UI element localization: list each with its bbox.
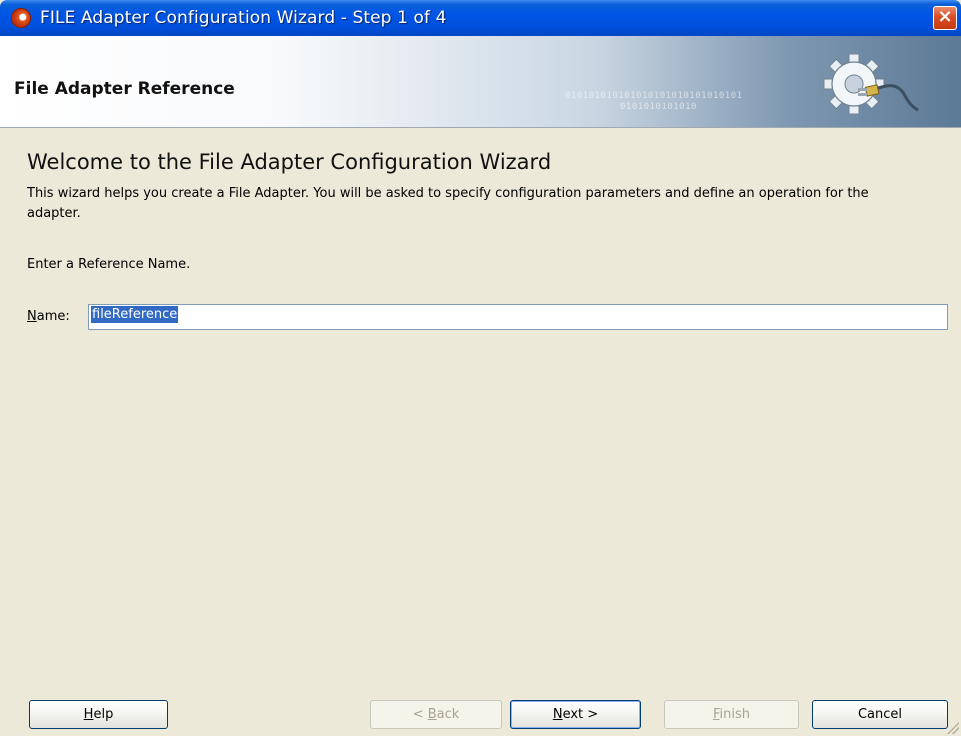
welcome-heading: Welcome to the File Adapter Configuratio… <box>27 150 552 174</box>
name-label: Name: <box>27 309 70 324</box>
name-input-value: fileReference <box>91 306 179 323</box>
wizard-content: Welcome to the File Adapter Configuratio… <box>0 129 961 668</box>
gear-plug-icon <box>823 53 919 115</box>
close-icon[interactable]: × <box>933 6 957 30</box>
binary-decoration: 010101010101010101010101010101 <box>565 91 743 101</box>
page-title: File Adapter Reference <box>14 79 235 99</box>
oracle-app-icon <box>11 8 31 28</box>
wizard-description: This wizard helps you create a File Adap… <box>27 186 869 221</box>
finish-button[interactable]: Finish <box>664 700 799 729</box>
wizard-header: File Adapter Reference 01010101010101010… <box>0 36 961 128</box>
binary-decoration-2: 0101010101010 <box>620 102 697 112</box>
window-title: FILE Adapter Configuration Wizard - Step… <box>40 8 447 28</box>
next-button[interactable]: Next > <box>510 700 641 729</box>
window-title-bar[interactable]: FILE Adapter Configuration Wizard - Step… <box>0 0 961 36</box>
name-input[interactable]: fileReference <box>88 304 948 330</box>
resize-grip-icon[interactable] <box>947 722 959 734</box>
cancel-button[interactable]: Cancel <box>812 700 948 729</box>
back-button[interactable]: < Back <box>370 700 502 729</box>
help-button[interactable]: Help <box>29 700 168 729</box>
reference-prompt: Enter a Reference Name. <box>27 257 191 272</box>
